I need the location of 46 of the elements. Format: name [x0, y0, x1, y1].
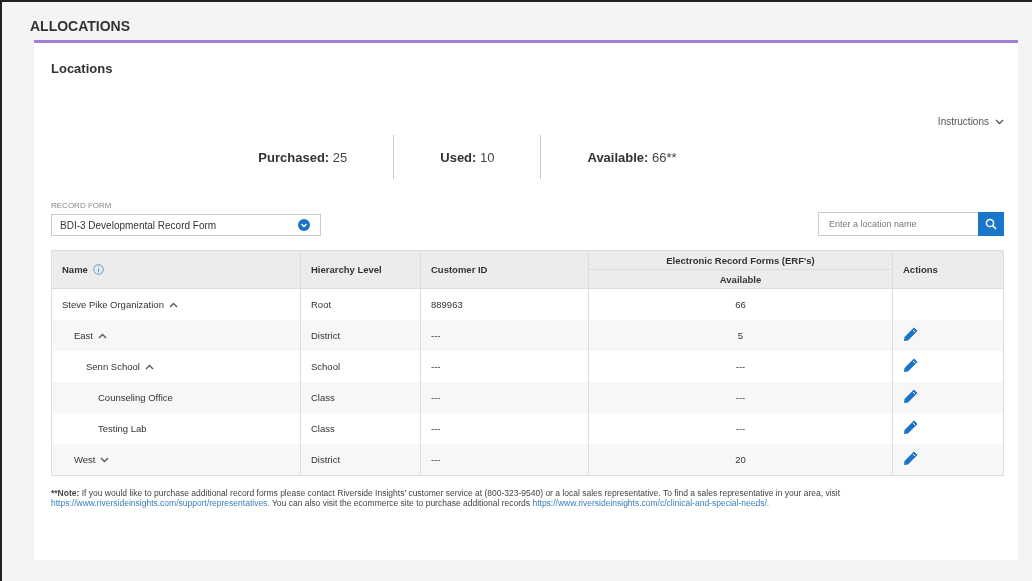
- pencil-icon: [903, 419, 919, 435]
- table-cell: 5: [588, 320, 893, 351]
- table-cell: District: [300, 320, 421, 351]
- pencil-icon: [903, 388, 919, 404]
- note-text: **Note: If you would like to purchase additional record forms please contact Riverside Insights' customer service at (800-323-9540) or a local sales representative. To find a sales representative in your area, visit https://www.riversideinsights.com/support/representatives. You can also visit the ecommerce site to purchase additional records https://www.riversideinsights.com/c/clinical-and-special-needs/.: [51, 488, 842, 508]
- search-button[interactable]: [978, 212, 1004, 236]
- location-name[interactable]: Testing Lab: [62, 423, 147, 434]
- location-name[interactable]: Counseling Office: [62, 392, 173, 403]
- card-title: Locations: [51, 61, 114, 76]
- chevron-icon[interactable]: [144, 363, 154, 370]
- location-name[interactable]: Steve Pike Organization: [62, 299, 178, 310]
- page-title: ALLOCATIONS: [29, 17, 132, 34]
- table-cell: ---: [420, 444, 589, 476]
- location-name[interactable]: West: [62, 454, 110, 465]
- column-header: Name: [51, 250, 301, 289]
- table-cell: District: [300, 444, 421, 476]
- column-header: Actions: [892, 250, 1004, 289]
- table-cell: 20: [588, 444, 893, 476]
- table-cell: ---: [420, 320, 589, 351]
- pencil-icon: [903, 450, 919, 466]
- chevron-icon[interactable]: [98, 332, 107, 339]
- search-icon: [985, 218, 997, 230]
- stat-text: Purchased: 25: [257, 149, 349, 165]
- instructions-toggle[interactable]: Instructions: [937, 116, 1004, 127]
- table-cell: ---: [588, 382, 893, 413]
- search-field[interactable]: Enter a location name: [818, 212, 978, 236]
- column-header: Hierarchy Level: [300, 250, 421, 289]
- chevron-icon[interactable]: [995, 118, 1004, 125]
- stat-text: Available: 66**: [586, 149, 678, 165]
- chevron-down-icon: [298, 219, 310, 231]
- chevron-icon[interactable]: [100, 456, 110, 463]
- table-cell: ---: [420, 382, 589, 413]
- record-form-dropdown[interactable]: BDI-3 Developmental Record Form: [51, 214, 321, 236]
- table-cell: Class: [300, 382, 421, 413]
- column-header: Electronic Record Forms (ERF's): [588, 250, 893, 270]
- pencil-icon: [903, 357, 919, 373]
- link[interactable]: https://www.riversideinsights.com/c/clinical-and-special-needs/.: [532, 498, 770, 508]
- field-label: RECORD FORM: [51, 201, 113, 210]
- location-name[interactable]: East: [62, 330, 107, 341]
- chevron-icon[interactable]: [168, 301, 178, 308]
- link[interactable]: https://www.riversideinsights.com/support/representatives.: [51, 498, 270, 508]
- column-header: Customer ID: [420, 250, 589, 289]
- stat-text: Used: 10: [439, 149, 496, 165]
- location-name[interactable]: Senn School: [62, 361, 154, 372]
- info-icon: [92, 264, 104, 275]
- pencil-icon: [903, 326, 919, 342]
